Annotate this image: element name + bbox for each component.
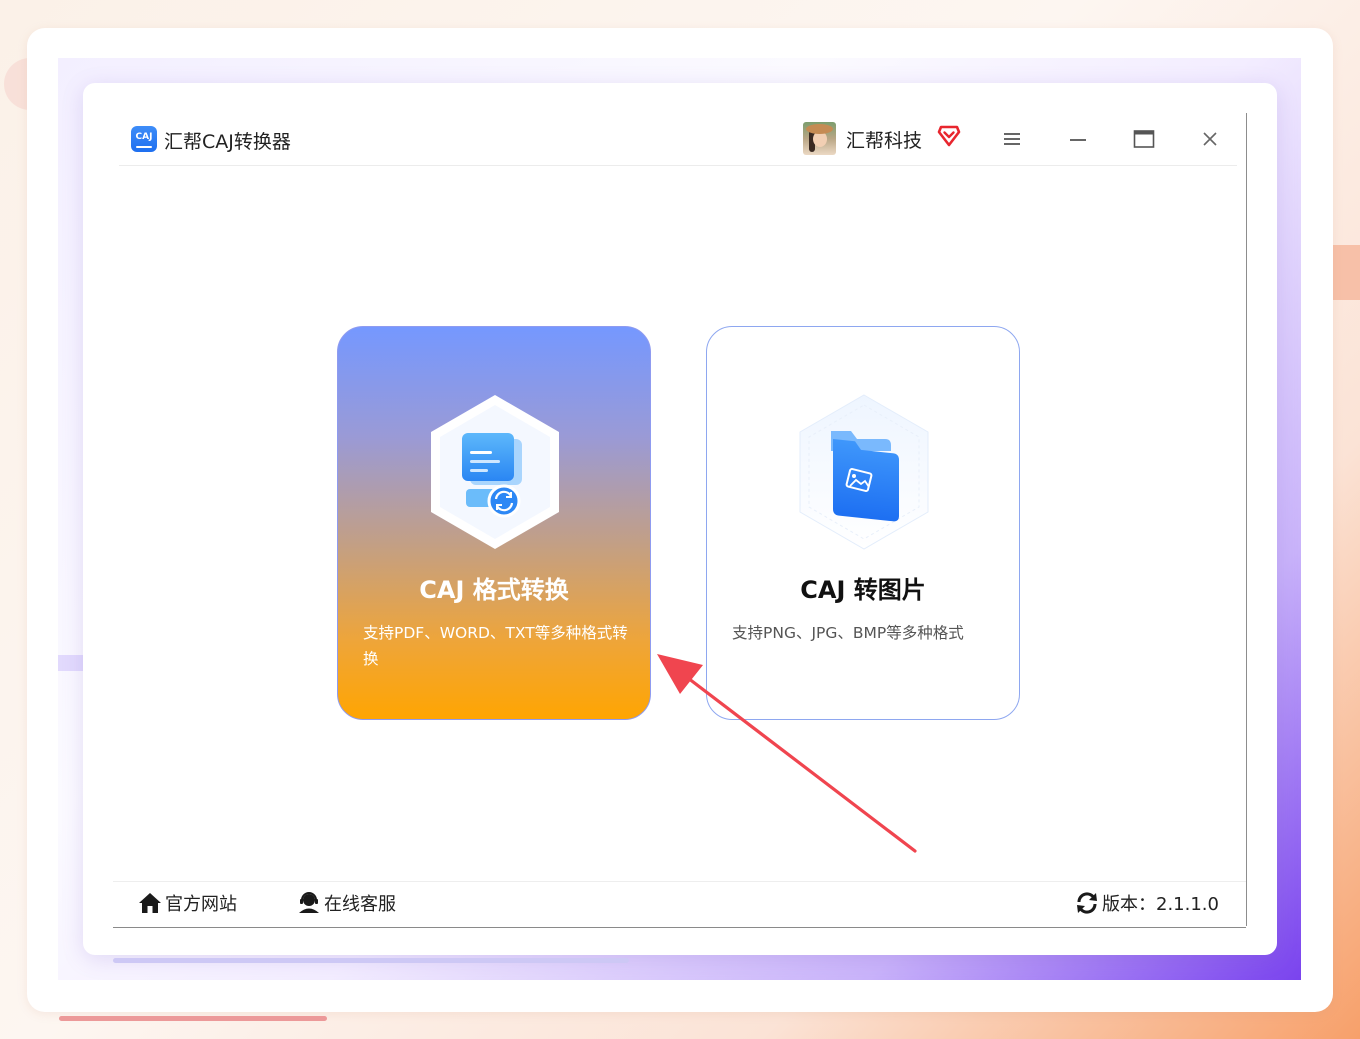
background-decoration bbox=[1330, 245, 1360, 300]
online-service-label: 在线客服 bbox=[324, 894, 396, 915]
app-window bbox=[83, 83, 1277, 955]
card-title: CAJ 格式转换 bbox=[419, 576, 569, 604]
document-convert-icon bbox=[431, 395, 559, 549]
official-website-label: 官方网站 bbox=[165, 894, 237, 915]
card-description: 支持PNG、JPG、BMP等多种格式 bbox=[732, 624, 964, 642]
background-decoration bbox=[113, 958, 629, 963]
maximize-button[interactable] bbox=[1130, 125, 1158, 153]
minimize-icon bbox=[1070, 139, 1086, 141]
caj-to-image-card[interactable]: CAJ 转图片 支持PNG、JPG、BMP等多种格式 bbox=[706, 326, 1020, 720]
background-decoration bbox=[59, 1016, 327, 1021]
background-decoration bbox=[58, 655, 84, 671]
user-name[interactable]: 汇帮科技 bbox=[846, 126, 922, 153]
image-folder-icon bbox=[799, 394, 929, 550]
minimize-button[interactable] bbox=[1064, 125, 1092, 153]
home-icon bbox=[139, 893, 161, 913]
menu-icon bbox=[1004, 133, 1020, 145]
caj-format-convert-card[interactable]: CAJ 格式转换 支持PDF、WORD、TXT等多种格式转换 bbox=[337, 326, 651, 720]
card-title: CAJ 转图片 bbox=[800, 576, 926, 604]
app-title: 汇帮CAJ转换器 bbox=[164, 131, 291, 153]
menu-button[interactable] bbox=[998, 125, 1026, 153]
vip-diamond-icon[interactable] bbox=[937, 124, 961, 148]
check-update[interactable]: 版本：2.1.1.0 bbox=[1075, 889, 1219, 917]
refresh-icon bbox=[1077, 892, 1097, 914]
card-description: 支持PDF、WORD、TXT等多种格式转换 bbox=[363, 624, 628, 668]
user-avatar[interactable] bbox=[803, 122, 836, 155]
window-edge bbox=[1246, 113, 1247, 926]
official-website-link[interactable]: 官方网站 bbox=[138, 889, 237, 917]
online-service-link[interactable]: 在线客服 bbox=[297, 889, 396, 917]
close-icon bbox=[1203, 132, 1217, 146]
maximize-icon bbox=[1133, 130, 1155, 148]
app-logo-icon: CAJ bbox=[131, 126, 157, 152]
customer-service-icon bbox=[299, 892, 319, 913]
close-button[interactable] bbox=[1196, 125, 1224, 153]
version-label: 版本：2.1.1.0 bbox=[1102, 894, 1219, 915]
